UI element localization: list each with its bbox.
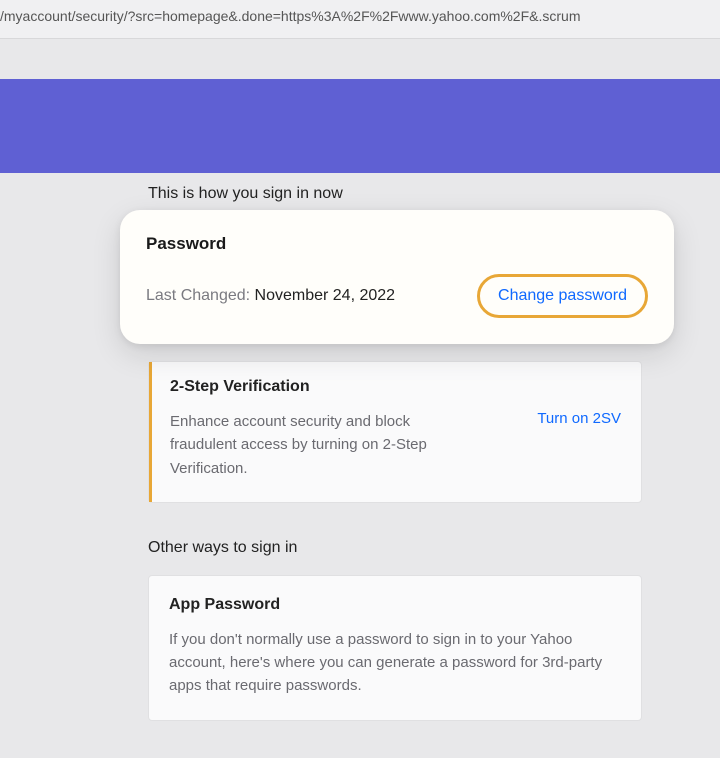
app-password-title: App Password <box>169 596 621 614</box>
password-popup: Password Last Changed: November 24, 2022… <box>120 210 674 344</box>
two-step-row: Enhance account security and block fraud… <box>170 410 621 480</box>
last-changed-value: November 24, 2022 <box>255 287 396 304</box>
change-password-button[interactable]: Change password <box>477 274 648 318</box>
password-row: Last Changed: November 24, 2022 Change p… <box>146 274 648 318</box>
password-last-changed: Last Changed: November 24, 2022 <box>146 287 395 305</box>
section-heading-other: Other ways to sign in <box>148 539 720 557</box>
two-step-card: 2-Step Verification Enhance account secu… <box>148 361 642 503</box>
section-heading-signin: This is how you sign in now <box>148 185 720 203</box>
last-changed-label: Last Changed: <box>146 287 250 304</box>
two-step-desc: Enhance account security and block fraud… <box>170 410 470 480</box>
two-step-card-inner: 2-Step Verification Enhance account secu… <box>149 362 641 502</box>
password-title: Password <box>146 234 648 254</box>
two-step-title: 2-Step Verification <box>170 378 621 396</box>
app-password-card: App Password If you don't normally use a… <box>148 575 642 721</box>
turn-on-2sv-link[interactable]: Turn on 2SV <box>537 410 621 427</box>
header-banner <box>0 79 720 173</box>
url-bar[interactable]: /myaccount/security/?src=homepage&.done=… <box>0 0 720 39</box>
url-text: /myaccount/security/?src=homepage&.done=… <box>0 8 581 24</box>
app-password-desc: If you don't normally use a password to … <box>169 628 621 698</box>
